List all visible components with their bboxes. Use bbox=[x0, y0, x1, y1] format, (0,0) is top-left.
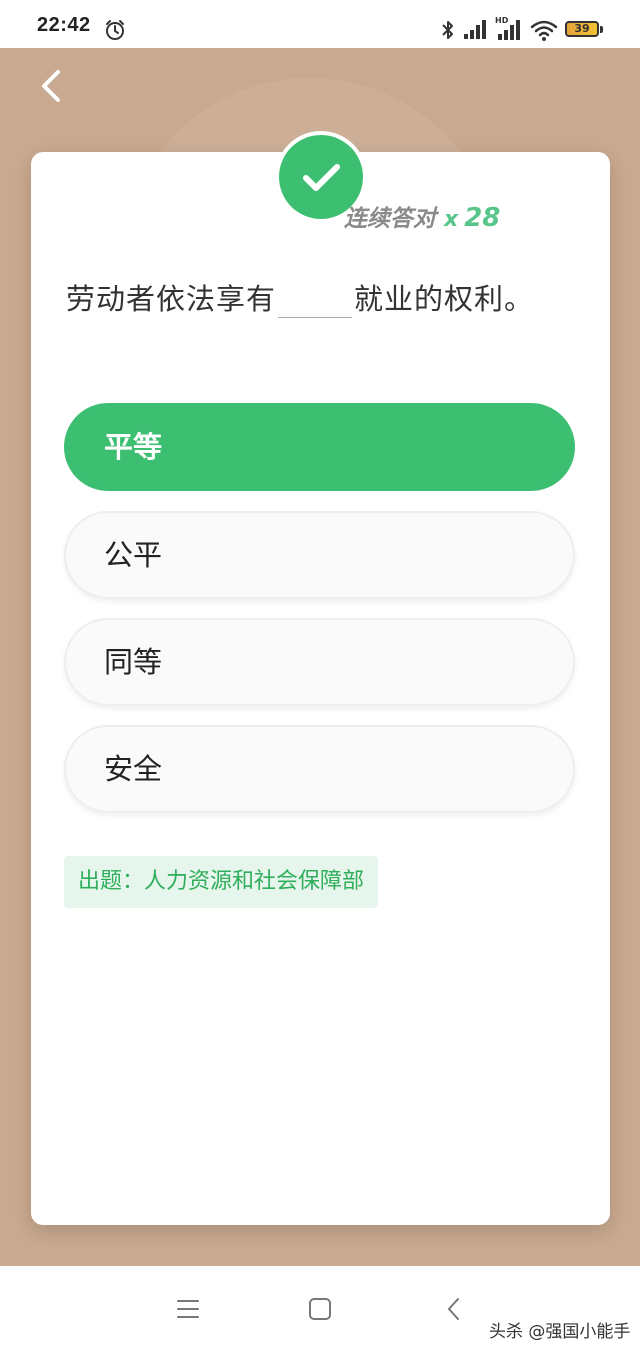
question-text: 劳动者依法享有 就业的权利。 bbox=[66, 276, 534, 318]
status-bar: 22:42 HD 39 bbox=[0, 0, 640, 48]
chevron-left-icon bbox=[42, 70, 60, 102]
streak-multiplier: x bbox=[444, 207, 459, 232]
menu-button[interactable] bbox=[176, 1298, 200, 1324]
streak-label: 连续答对 bbox=[344, 206, 436, 232]
option-label: 安全 bbox=[104, 752, 163, 786]
nav-back-button[interactable] bbox=[444, 1296, 464, 1326]
option-label: 公平 bbox=[104, 538, 163, 572]
signal-icon bbox=[462, 18, 490, 44]
option-label: 同等 bbox=[104, 645, 163, 679]
answer-blank bbox=[278, 287, 353, 318]
option-4[interactable]: 安全 bbox=[64, 725, 575, 813]
svg-text:HD: HD bbox=[495, 16, 509, 25]
question-text-before: 劳动者依法享有 bbox=[66, 282, 277, 316]
option-3[interactable]: 同等 bbox=[64, 618, 575, 706]
menu-icon bbox=[177, 1300, 199, 1318]
bluetooth-icon bbox=[440, 18, 456, 46]
option-label: 平等 bbox=[104, 430, 163, 464]
wifi-icon bbox=[530, 18, 558, 46]
hd-signal-icon: HD bbox=[494, 15, 524, 45]
alarm-icon bbox=[104, 19, 126, 45]
question-source: 出题：人力资源和社会保障部 bbox=[64, 856, 379, 908]
back-icon bbox=[448, 1298, 459, 1320]
battery-icon: 39 bbox=[565, 21, 603, 37]
status-time: 22:42 bbox=[37, 14, 91, 36]
streak-count: 28 bbox=[464, 203, 501, 233]
watermark: 头杀 @强国小能手 bbox=[489, 1322, 631, 1342]
streak-counter: 连续答对 x 28 bbox=[344, 199, 500, 233]
home-button[interactable] bbox=[308, 1297, 332, 1325]
question-text-after: 就业的权利。 bbox=[354, 282, 535, 316]
option-2[interactable]: 公平 bbox=[64, 511, 575, 599]
back-button[interactable] bbox=[34, 66, 68, 106]
option-1[interactable]: 平等 bbox=[64, 403, 575, 491]
home-icon bbox=[309, 1298, 331, 1320]
